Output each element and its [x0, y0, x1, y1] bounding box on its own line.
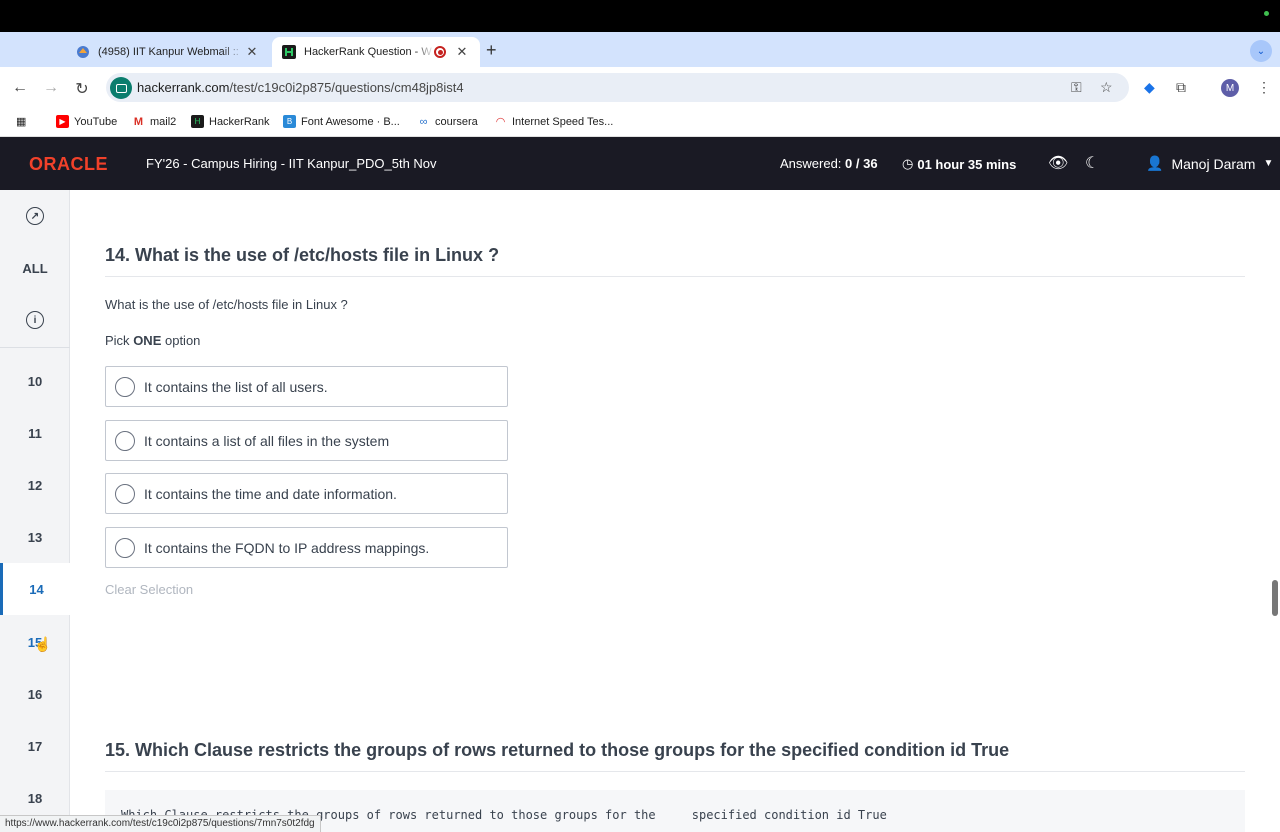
- radio-button[interactable]: [115, 376, 135, 397]
- hackerrank-favicon-icon: [282, 45, 296, 59]
- user-menu[interactable]: 👤 Manoj Daram ▼: [1146, 155, 1273, 172]
- compass-icon: ↗: [26, 207, 44, 225]
- dark-mode-moon-icon[interactable]: ☾: [1085, 153, 1099, 173]
- radio-button[interactable]: [115, 537, 135, 558]
- link-status-bar: https://www.hackerrank.com/test/c19c0i2p…: [0, 815, 321, 832]
- tab-search-icon[interactable]: ⌄: [1250, 40, 1272, 62]
- sidebar-divider: [0, 347, 70, 348]
- gmail-icon: M: [133, 115, 144, 128]
- tab-title: (4958) IIT Kanpur Webmail ::: [98, 46, 239, 58]
- question-title: 14. What is the use of /etc/hosts file i…: [105, 245, 500, 265]
- password-key-icon[interactable]: ⚿: [1071, 79, 1082, 96]
- url-text[interactable]: hackerrank.com/test/c19c0i2p875/question…: [137, 80, 464, 95]
- recording-icon: [434, 46, 446, 58]
- forward-icon[interactable]: →: [41, 79, 61, 97]
- sidebar-question-13[interactable]: 13: [0, 511, 70, 563]
- bookmark-speed-test[interactable]: ◠ Internet Speed Tes...: [494, 115, 614, 129]
- question-text: What is the use of /etc/hosts file in Li…: [105, 297, 348, 312]
- clear-selection-link[interactable]: Clear Selection: [105, 582, 193, 597]
- site-info-icon[interactable]: [110, 77, 132, 99]
- bookmark-coursera[interactable]: ∞ coursera: [417, 115, 478, 128]
- profile-avatar[interactable]: M: [1221, 79, 1239, 97]
- speedometer-icon: ◠: [495, 116, 506, 128]
- radio-button[interactable]: [115, 483, 135, 504]
- title-divider: [105, 771, 1245, 772]
- timer: ◷ 01 hour 35 mins: [902, 156, 1017, 172]
- user-icon: 👤: [1146, 155, 1164, 171]
- new-tab-icon[interactable]: +: [486, 40, 497, 61]
- sidebar-question-16[interactable]: 16: [0, 668, 70, 720]
- apps-grid-icon[interactable]: ▦: [16, 115, 26, 128]
- option-label: It contains the list of all users.: [144, 378, 328, 395]
- os-menu-bar: [0, 0, 1280, 32]
- sidebar-info[interactable]: i: [0, 294, 70, 346]
- test-title: FY'26 - Campus Hiring - IIT Kanpur_PDO_5…: [146, 156, 437, 171]
- navigation-compass[interactable]: ↗: [0, 190, 70, 242]
- sidebar-question-14[interactable]: 14: [0, 563, 70, 615]
- bookmark-hackerrank[interactable]: H HackerRank: [191, 115, 270, 128]
- bookmark-star-icon[interactable]: ☆: [1100, 79, 1113, 96]
- hand-cursor-icon: ☝: [34, 636, 52, 652]
- sidebar-all[interactable]: ALL: [0, 242, 70, 294]
- sidebar-question-12[interactable]: 12: [0, 459, 70, 511]
- oracle-logo: ORACLE: [29, 154, 108, 174]
- browser-tab-webmail[interactable]: (4958) IIT Kanpur Webmail :: ✕: [66, 37, 270, 67]
- browser-menu-icon[interactable]: ⋮: [1257, 79, 1271, 96]
- question-panel: 14. What is the use of /etc/hosts file i…: [70, 190, 1270, 832]
- test-header: ORACLE FY'26 - Campus Hiring - IIT Kanpu…: [0, 137, 1280, 190]
- option-label: It contains the time and date informatio…: [144, 485, 397, 502]
- option-4[interactable]: It contains the FQDN to IP address mappi…: [105, 527, 508, 568]
- radio-button[interactable]: [115, 430, 135, 451]
- sidebar-question-11[interactable]: 11: [0, 407, 70, 459]
- option-2[interactable]: It contains a list of all files in the s…: [105, 420, 508, 461]
- caret-down-icon: ▼: [1263, 158, 1274, 169]
- browser-tab-hackerrank[interactable]: HackerRank Question - W ✕: [272, 37, 480, 67]
- tab-title: HackerRank Question - W: [304, 46, 432, 58]
- status-dot: [1264, 11, 1269, 16]
- answered-count: Answered: 0 / 36: [780, 156, 878, 171]
- bookmarks-bar: ▦ ▶ YouTube Mmail2 H HackerRank B Font Awes…: [0, 109, 1280, 137]
- extensions-puzzle-icon[interactable]: ⧉: [1176, 79, 1186, 96]
- webmail-favicon-icon: [77, 46, 89, 58]
- option-1[interactable]: It contains the list of all users.: [105, 366, 508, 407]
- title-divider: [105, 276, 1245, 277]
- address-bar[interactable]: hackerrank.com/test/c19c0i2p875/question…: [106, 73, 1129, 102]
- youtube-icon: ▶: [56, 115, 69, 128]
- bookmark-font-awesome[interactable]: B Font Awesome · B...: [283, 115, 400, 128]
- close-tab-icon[interactable]: ✕: [244, 44, 260, 60]
- sidebar-question-17[interactable]: 17: [0, 720, 70, 772]
- font-awesome-icon: B: [283, 115, 296, 128]
- coursera-icon: ∞: [419, 115, 428, 128]
- option-label: It contains a list of all files in the s…: [144, 432, 390, 449]
- info-icon: i: [26, 311, 44, 329]
- browser-toolbar: ← → ↻ hackerrank.com/test/c19c0i2p875/qu…: [0, 67, 1280, 109]
- close-tab-icon[interactable]: ✕: [454, 44, 470, 60]
- browser-tabstrip: (4958) IIT Kanpur Webmail :: ✕ HackerRan…: [0, 32, 1280, 67]
- next-question-title: 15. Which Clause restricts the groups of…: [105, 740, 1010, 760]
- back-icon[interactable]: ←: [10, 79, 30, 97]
- bookmark-youtube[interactable]: ▶ YouTube: [56, 115, 117, 128]
- reload-icon[interactable]: ↻: [72, 79, 92, 99]
- eye-icon[interactable]: 👁: [1048, 153, 1068, 173]
- hackerrank-icon: H: [191, 115, 204, 128]
- scrollbar-thumb[interactable]: [1272, 580, 1278, 616]
- pick-instruction: Pick ONE option: [105, 333, 201, 348]
- option-label: It contains the FQDN to IP address mappi…: [144, 539, 430, 556]
- question-sidebar: ↗ ALL i 10 11 12 13 14 15 16 17 18: [0, 190, 70, 832]
- option-3[interactable]: It contains the time and date informatio…: [105, 473, 508, 514]
- sidebar-question-10[interactable]: 10: [0, 355, 70, 407]
- extension-icon[interactable]: ◆: [1144, 79, 1155, 96]
- bookmark-mail2[interactable]: Mmail2: [132, 115, 176, 128]
- clock-icon: ◷: [902, 156, 914, 171]
